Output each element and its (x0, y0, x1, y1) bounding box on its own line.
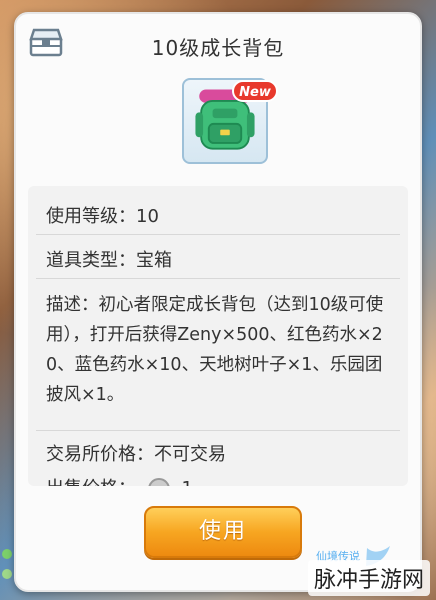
divider (36, 278, 400, 279)
side-decoration (2, 549, 12, 579)
item-description: 描述：初心者限定成长背包（达到10级可使用），打开后获得Zeny×500、红色药… (46, 295, 384, 405)
divider (36, 430, 400, 431)
use-button[interactable]: 使用 (144, 506, 302, 558)
divider (36, 234, 400, 235)
site-watermark: 脉冲手游网 (307, 560, 430, 596)
item-info-panel: 使用等级：10 道具类型：宝箱 描述：初心者限定成长背包（达到10级可使用），打… (28, 186, 408, 486)
zeny-coin-icon (147, 478, 170, 486)
dialog-title-bar: 10级成长背包 (16, 14, 420, 72)
sell-price-label: 出售价格： (46, 478, 136, 486)
use-level-text: 使用等级：10 (46, 206, 159, 227)
item-detail-dialog: 10级成长背包 New 使用等级：10 道具类型：宝箱 描述：初心者限定成长背包… (14, 12, 422, 592)
trade-price-text: 交易所价格：不可交易 (46, 444, 226, 465)
dialog-title: 10级成长背包 (151, 36, 285, 60)
new-badge: New (232, 80, 278, 102)
sell-price-value: 1 (181, 478, 192, 486)
item-type-text: 道具类型：宝箱 (46, 250, 172, 271)
sell-price-row: 出售价格： 1 (46, 474, 193, 486)
